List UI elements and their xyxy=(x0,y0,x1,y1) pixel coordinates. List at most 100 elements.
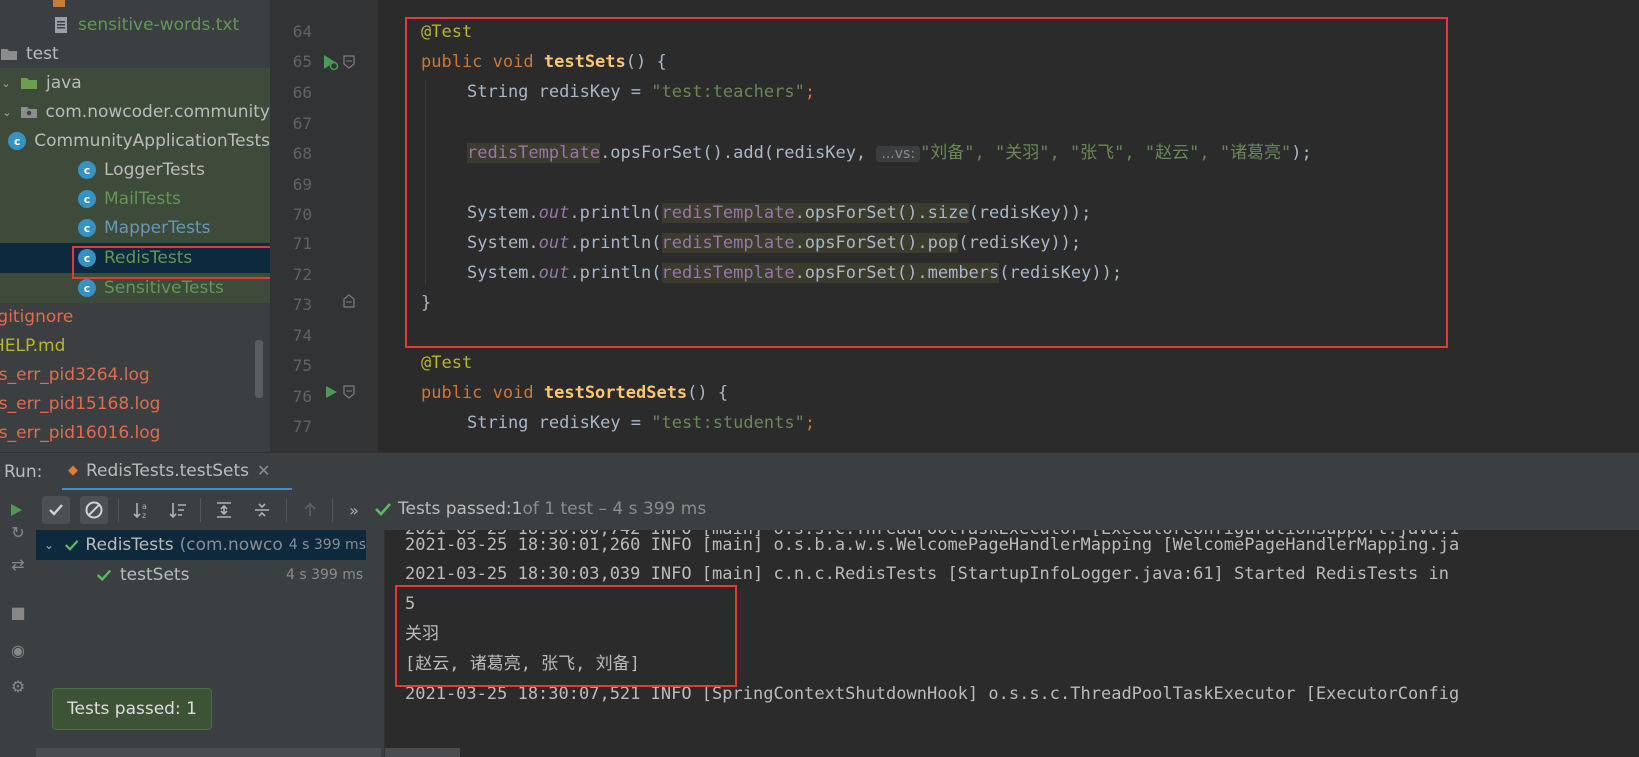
call-token: .println( xyxy=(569,263,662,283)
var-token: redisKey xyxy=(538,82,621,102)
previous-failed-icon[interactable] xyxy=(296,496,324,524)
class-icon: c xyxy=(78,219,96,237)
tree-item-label: com.nowcoder.community xyxy=(45,102,271,122)
expand-all-icon[interactable] xyxy=(210,496,238,524)
field-token: redisTemplate xyxy=(661,263,795,283)
console-hscrollbar[interactable] xyxy=(385,748,460,757)
code-line: redisTemplate.opsForSet().add(redisKey, … xyxy=(467,138,1312,168)
tree-item-log-15168[interactable]: hs_err_pid15168.log xyxy=(0,389,258,419)
sort-duration-icon[interactable] xyxy=(164,496,192,524)
tree-item-label: CommunityApplicationTests xyxy=(34,131,270,151)
tree-hscrollbar[interactable] xyxy=(36,748,381,757)
tree-scrollbar[interactable] xyxy=(255,340,263,398)
class-icon: c xyxy=(78,190,96,208)
toggle-autotest-icon[interactable]: ⇄ xyxy=(6,552,30,576)
run-test-rerun-icon[interactable] xyxy=(321,53,339,71)
punct-token: ; xyxy=(804,413,816,433)
stop-icon[interactable]: ■ xyxy=(6,600,30,624)
diamond-icon: ◆ xyxy=(68,463,78,478)
tree-item-sensitive-words[interactable]: sensitive-words.txt xyxy=(0,10,270,40)
annotation-token: @Test xyxy=(421,22,473,42)
method-name-token: testSortedSets xyxy=(543,383,688,403)
tree-item-test[interactable]: test xyxy=(0,39,270,69)
chevron-down-icon[interactable]: ⌄ xyxy=(0,77,12,90)
tree-item-logger-tests[interactable]: c LoggerTests xyxy=(0,155,270,185)
tree-item-log-3264[interactable]: hs_err_pid3264.log xyxy=(0,360,258,390)
tree-item-label: LoggerTests xyxy=(104,160,205,180)
call-token: .opsForSet().pop xyxy=(794,233,959,253)
line-number: 66 xyxy=(292,83,312,102)
tree-item-sensitive-tests[interactable]: c SensitiveTests xyxy=(0,273,270,303)
chevron-down-icon[interactable]: ⌄ xyxy=(44,538,54,552)
file-icon xyxy=(53,0,65,7)
tree-item-label: hs_err_pid3264.log xyxy=(0,365,150,385)
class-icon: c xyxy=(78,279,96,297)
tree-item-mapper-tests[interactable]: c MapperTests xyxy=(0,213,270,243)
string-token: "test:teachers" xyxy=(651,82,805,102)
punct-token: (redisKey)); xyxy=(958,233,1082,253)
tree-item-java[interactable]: ⌄ java xyxy=(0,68,270,98)
run-tab[interactable]: ◆ RedisTests.testSets ✕ xyxy=(62,453,292,491)
chevron-down-icon[interactable]: ⌄ xyxy=(2,106,11,119)
fold-marker-icon[interactable] xyxy=(343,55,355,69)
tree-item-mail-tests[interactable]: c MailTests xyxy=(0,184,270,214)
code-editor[interactable]: @Test public void testSets() { String re… xyxy=(378,0,1639,452)
call-token: System. xyxy=(467,263,539,283)
editor-gutter: 64 65 66 67 68 69 70 71 72 73 74 75 76 7… xyxy=(270,0,378,452)
tree-item-gitignore[interactable]: .gitignore xyxy=(0,302,262,332)
tree-item-label: java xyxy=(46,73,82,93)
annotation-token: @Test xyxy=(421,353,473,373)
tree-item-log-16016[interactable]: hs_err_pid16016.log xyxy=(0,418,258,448)
project-tree: sensitive-words.txt test ⌄ java ⌄ com.no… xyxy=(0,0,270,452)
tests-passed-toast[interactable]: Tests passed: 1 xyxy=(52,688,212,730)
tree-item-label: hs_err_pid15168.log xyxy=(0,394,161,414)
call-token: .println( xyxy=(569,203,662,223)
console-line: 5 xyxy=(405,594,416,614)
console-line: 关羽 xyxy=(405,624,439,644)
param-hint: ...vs: xyxy=(876,146,921,162)
fold-marker-icon[interactable] xyxy=(343,294,355,308)
punct-token: (redisKey)); xyxy=(968,203,1092,223)
call-token: .opsForSet().size xyxy=(794,203,969,223)
test-case-row[interactable]: testSets 4 s 399 ms xyxy=(36,560,366,590)
code-line: } xyxy=(421,288,431,318)
folder-icon xyxy=(1,49,17,60)
tree-item-community-application-tests[interactable]: c CommunityApplicationTests xyxy=(0,126,270,156)
settings-icon[interactable]: ⚙ xyxy=(6,674,30,698)
fold-marker-icon[interactable] xyxy=(343,385,355,399)
tree-item-package[interactable]: ⌄ com.nowcoder.community xyxy=(0,97,270,127)
tree-item-redis-tests[interactable]: c RedisTests xyxy=(0,243,270,273)
suite-detail: (com.nowco xyxy=(179,535,283,555)
tree-item-label: hs_err_pid16016.log xyxy=(0,423,161,443)
show-passed-icon[interactable] xyxy=(42,496,70,524)
run-side-toolbar: ↻ ⇄ ■ ◉ ⚙ xyxy=(0,523,36,757)
line-number: 74 xyxy=(292,326,312,345)
static-field-token: out xyxy=(538,233,570,253)
run-panel-header: Run: ◆ RedisTests.testSets ✕ xyxy=(0,452,1639,491)
static-field-token: out xyxy=(538,263,570,283)
punct-token: ); xyxy=(1291,143,1312,163)
code-line: @Test xyxy=(421,348,472,378)
console-line: [赵云, 诸葛亮, 张飞, 刘备] xyxy=(405,654,640,674)
more-actions-icon[interactable]: » xyxy=(340,496,368,524)
line-number: 69 xyxy=(292,175,312,194)
text-file-icon xyxy=(55,17,67,33)
run-test-icon[interactable] xyxy=(323,384,339,400)
console-output[interactable]: 2021-03-25 18:30:00,742 INFO [main] o.s.… xyxy=(385,530,1639,757)
check-icon xyxy=(96,569,112,582)
class-icon: c xyxy=(78,249,96,267)
camera-icon[interactable]: ◉ xyxy=(6,638,30,662)
line-number: 77 xyxy=(292,417,312,436)
line-number: 73 xyxy=(292,295,312,314)
tree-item-help-md[interactable]: HELP.md xyxy=(0,331,262,361)
tree-item-label: test xyxy=(26,44,59,64)
test-suite-row[interactable]: ⌄ RedisTests (com.nowco 4 s 399 ms xyxy=(36,530,366,560)
close-icon[interactable]: ✕ xyxy=(257,461,270,480)
rerun-failed-icon[interactable]: ↻ xyxy=(6,520,30,544)
call-token: .opsForSet().members xyxy=(794,263,1000,283)
show-ignored-icon[interactable] xyxy=(80,496,108,524)
static-field-token: out xyxy=(538,203,570,223)
sort-alpha-icon[interactable]: az xyxy=(128,496,156,524)
call-token: System. xyxy=(467,233,539,253)
collapse-all-icon[interactable] xyxy=(248,496,276,524)
